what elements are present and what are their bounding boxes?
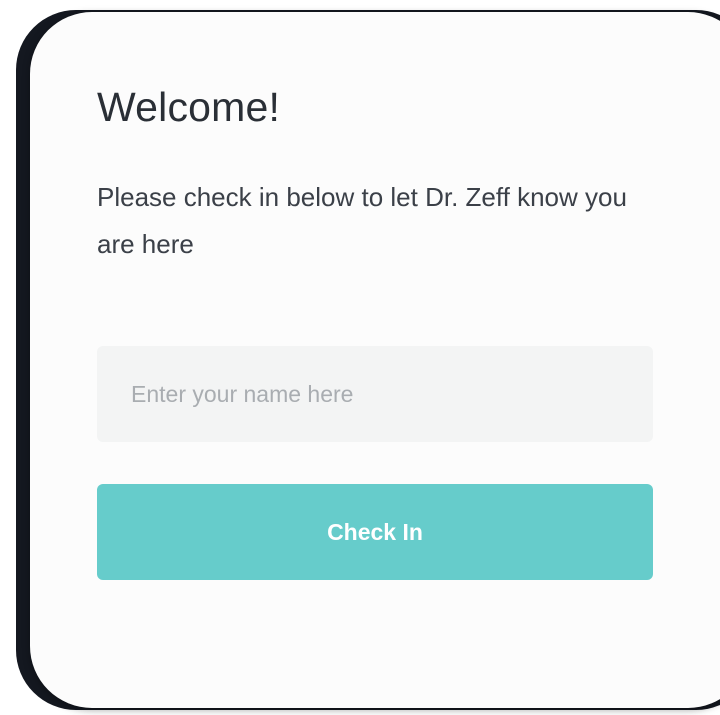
screenshot-backdrop: Welcome! Please check in below to let Dr… — [0, 0, 720, 715]
checkin-instructions: Please check in below to let Dr. Zeff kn… — [97, 182, 627, 259]
check-in-button[interactable]: Check In — [97, 484, 653, 580]
name-input[interactable] — [97, 346, 653, 442]
page-title: Welcome! — [97, 84, 281, 130]
